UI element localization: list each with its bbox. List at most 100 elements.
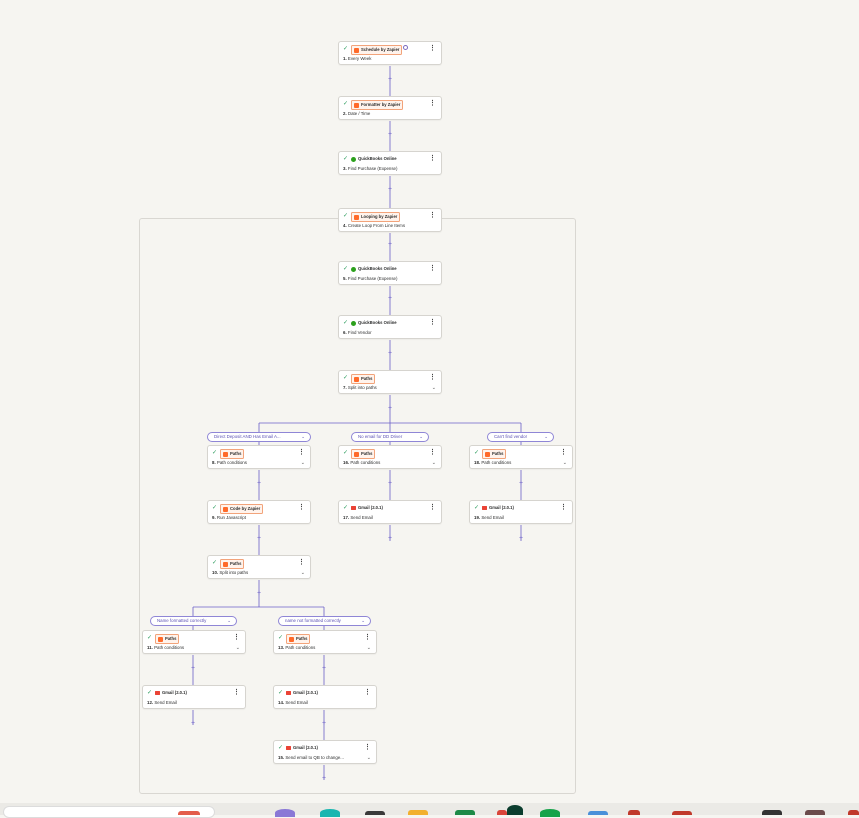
add-step-plus-icon[interactable]: +: [256, 535, 262, 542]
step-card[interactable]: ✓ Gmail (2.0.1) 19. Send Email ⋮: [469, 500, 573, 524]
step-title-text: Path conditions: [350, 460, 381, 465]
path-label-pill[interactable]: Name formatted correctly ⌄: [150, 616, 237, 626]
step-number: 7.: [343, 385, 347, 390]
app-badge: QuickBooks Online: [351, 319, 397, 327]
more-options-icon[interactable]: ⋮: [560, 449, 567, 456]
step-card[interactable]: ✓ Paths 16. Path conditions ⋮ ⌄: [338, 445, 442, 469]
more-options-icon[interactable]: ⋮: [429, 100, 436, 107]
step-number: 18.: [474, 460, 481, 465]
taskbar-app-icon[interactable]: [540, 809, 560, 817]
step-card[interactable]: ✓ Paths 13. Path conditions ⋮ ⌄: [273, 630, 377, 654]
taskbar-app-icon[interactable]: [848, 810, 859, 815]
step-title-text: Create Loop From Line Items: [347, 223, 406, 228]
chevron-down-icon[interactable]: ⌄: [367, 755, 371, 761]
step-card[interactable]: ✓ QuickBooks Online 5. Find Purchase (Ex…: [338, 261, 442, 285]
more-options-icon[interactable]: ⋮: [298, 559, 305, 566]
step-card[interactable]: ✓ Gmail (2.0.1) 17. Send Email ⋮: [338, 500, 442, 524]
add-step-plus-icon[interactable]: +: [518, 480, 524, 487]
add-step-plus-icon[interactable]: +: [190, 720, 196, 727]
add-step-plus-icon[interactable]: +: [321, 665, 327, 672]
step-title-text: Path conditions: [154, 645, 185, 650]
add-step-plus-icon[interactable]: +: [387, 535, 393, 542]
add-step-plus-icon[interactable]: +: [387, 405, 393, 412]
step-card[interactable]: ✓ Paths 7. Split into paths ⋮ ⌄: [338, 370, 442, 394]
taskbar-app-icon[interactable]: [365, 811, 385, 815]
more-options-icon[interactable]: ⋮: [298, 504, 305, 511]
step-title-text: Send email to QB to change...: [285, 755, 344, 760]
step-card[interactable]: ✓ Schedule by Zapier 1. Every Week ⋮: [338, 41, 442, 65]
more-options-icon[interactable]: ⋮: [298, 449, 305, 456]
chevron-down-icon[interactable]: ⌄: [432, 460, 436, 466]
more-options-icon[interactable]: ⋮: [560, 504, 567, 511]
taskbar-app-icon[interactable]: [408, 810, 428, 815]
more-options-icon[interactable]: ⋮: [364, 689, 371, 696]
chevron-down-icon[interactable]: ⌄: [301, 570, 305, 576]
add-step-plus-icon[interactable]: +: [387, 76, 393, 83]
step-card[interactable]: ✓ Paths 11. Path conditions ⋮ ⌄: [142, 630, 246, 654]
path-label: Direct Deposit AND Has Email A...: [214, 434, 281, 439]
more-options-icon[interactable]: ⋮: [429, 374, 436, 381]
step-card[interactable]: ✓ Looping by Zapier 4. Create Loop From …: [338, 208, 442, 232]
app-badge: Gmail (2.0.1): [286, 689, 318, 697]
add-step-plus-icon[interactable]: +: [321, 775, 327, 782]
step-title: 6. Find Vendor: [343, 329, 423, 336]
path-label-pill[interactable]: Direct Deposit AND Has Email A... ⌄: [207, 432, 311, 442]
add-step-plus-icon[interactable]: +: [256, 590, 262, 597]
step-card[interactable]: ✓ QuickBooks Online 6. Find Vendor ⋮: [338, 315, 442, 339]
taskbar-app-icon[interactable]: [497, 810, 507, 815]
avatar[interactable]: [507, 805, 523, 815]
more-options-icon[interactable]: ⋮: [429, 212, 436, 219]
more-options-icon[interactable]: ⋮: [429, 45, 436, 52]
more-options-icon[interactable]: ⋮: [429, 449, 436, 456]
add-step-plus-icon[interactable]: +: [387, 480, 393, 487]
add-step-plus-icon[interactable]: +: [321, 720, 327, 727]
add-step-plus-icon[interactable]: +: [518, 535, 524, 542]
taskbar-app-icon[interactable]: [762, 810, 782, 815]
more-options-icon[interactable]: ⋮: [429, 319, 436, 326]
taskbar-app-icon[interactable]: [672, 811, 692, 815]
step-card[interactable]: ✓ Gmail (2.0.1) 12. Send Email ⋮: [142, 685, 246, 709]
taskbar-app-icon[interactable]: [320, 809, 340, 817]
add-step-plus-icon[interactable]: +: [190, 665, 196, 672]
more-options-icon[interactable]: ⋮: [364, 744, 371, 751]
chevron-down-icon[interactable]: ⌄: [367, 645, 371, 651]
check-icon: ✓: [278, 690, 284, 696]
app-badge: Paths: [482, 449, 507, 459]
step-card[interactable]: ✓ Gmail (2.0.1) 14. Send Email ⋮: [273, 685, 377, 709]
add-step-plus-icon[interactable]: +: [387, 131, 393, 138]
more-options-icon[interactable]: ⋮: [429, 504, 436, 511]
taskbar-app-icon[interactable]: [805, 810, 825, 815]
add-step-plus-icon[interactable]: +: [387, 295, 393, 302]
taskbar-app-icon[interactable]: [628, 810, 640, 815]
more-options-icon[interactable]: ⋮: [364, 634, 371, 641]
taskbar-app-icon[interactable]: [455, 810, 475, 815]
more-options-icon[interactable]: ⋮: [233, 634, 240, 641]
step-card[interactable]: ✓ QuickBooks Online 3. Find Purchase (Ex…: [338, 151, 442, 175]
add-step-plus-icon[interactable]: +: [387, 186, 393, 193]
step-title: 11. Path conditions: [147, 644, 227, 651]
taskbar-app-icon[interactable]: [178, 811, 200, 815]
add-step-plus-icon[interactable]: +: [256, 480, 262, 487]
step-card[interactable]: ✓ Paths 18. Path conditions ⋮ ⌄: [469, 445, 573, 469]
more-options-icon[interactable]: ⋮: [429, 265, 436, 272]
chevron-down-icon[interactable]: ⌄: [432, 385, 436, 391]
step-number: 13.: [278, 645, 285, 650]
path-label-pill[interactable]: Can't find vendor ⌄: [487, 432, 554, 442]
step-card[interactable]: ✓ Paths 10. Split into paths ⋮ ⌄: [207, 555, 311, 579]
taskbar-app-icon[interactable]: [588, 811, 608, 815]
chevron-down-icon[interactable]: ⌄: [563, 460, 567, 466]
info-icon[interactable]: [403, 45, 408, 50]
chevron-down-icon[interactable]: ⌄: [236, 645, 240, 651]
path-label-pill[interactable]: No email for DD Driver ⌄: [351, 432, 429, 442]
add-step-plus-icon[interactable]: +: [387, 350, 393, 357]
more-options-icon[interactable]: ⋮: [233, 689, 240, 696]
more-options-icon[interactable]: ⋮: [429, 155, 436, 162]
taskbar-app-icon[interactable]: [275, 809, 295, 817]
add-step-plus-icon[interactable]: +: [387, 241, 393, 248]
chevron-down-icon[interactable]: ⌄: [301, 460, 305, 466]
step-card[interactable]: ✓ Code by Zapier 9. Run Javascript ⋮: [207, 500, 311, 524]
step-card[interactable]: ✓ Paths 8. Path conditions ⋮ ⌄: [207, 445, 311, 469]
step-card[interactable]: ✓ Gmail (2.0.1) 15. Send email to QB to …: [273, 740, 377, 764]
step-card[interactable]: ✓ Formatter by Zapier 2. Date / Time ⋮: [338, 96, 442, 120]
path-label-pill[interactable]: name not formatted correctly ⌄: [278, 616, 371, 626]
